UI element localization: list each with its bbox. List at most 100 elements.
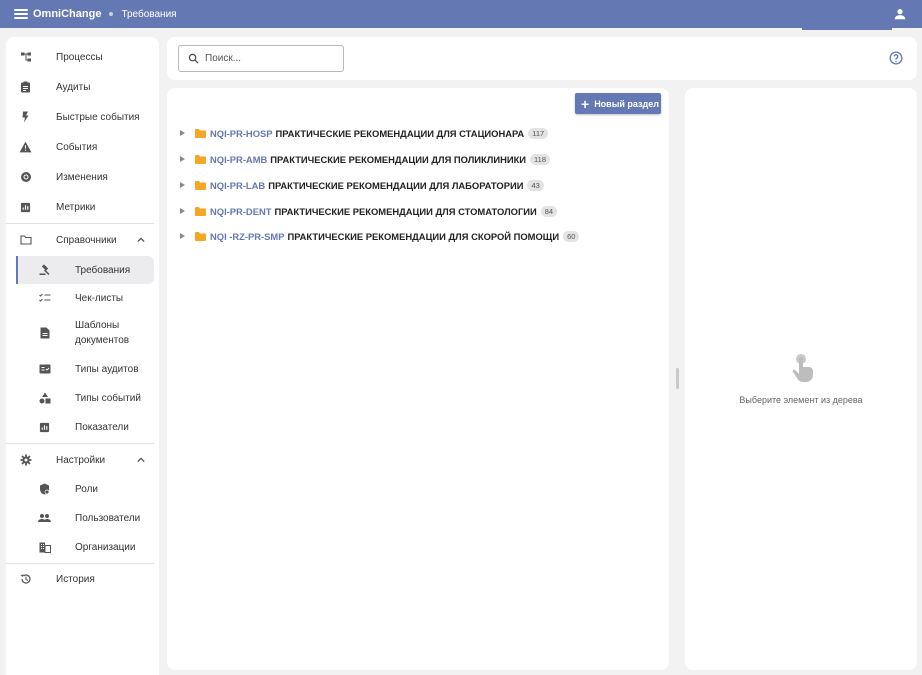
sidebar-item-label: Типы аудитов xyxy=(75,363,139,375)
sidebar-section-settings[interactable]: Настройки xyxy=(6,446,159,474)
sidebar-item-label: Требования xyxy=(75,264,131,276)
tree-node-count-badge: 84 xyxy=(540,205,558,217)
history-icon xyxy=(19,573,32,586)
folder-icon xyxy=(195,154,206,164)
sidebar-item-label: Метрики xyxy=(56,201,96,213)
tree-node-code: NQI-PR-DENT xyxy=(210,205,272,217)
app-title[interactable]: OmniChange xyxy=(33,8,101,20)
menu-icon[interactable] xyxy=(14,9,28,19)
lightning-icon xyxy=(19,111,32,124)
sidebar-item-label: Изменения xyxy=(56,171,108,183)
expand-arrow-icon[interactable] xyxy=(180,233,185,239)
chart-icon xyxy=(19,201,32,214)
sidebar-item-label: История xyxy=(56,573,95,585)
building-icon xyxy=(38,541,51,554)
folder-icon xyxy=(195,180,206,190)
sidebar: Процессы Аудиты Быстрые события События … xyxy=(6,37,159,675)
expand-arrow-icon[interactable] xyxy=(180,156,185,162)
sidebar-section-label: Справочники xyxy=(56,234,117,246)
tree-node-title: ПРАКТИЧЕСКИЕ РЕКОМЕНДАЦИИ ДЛЯ ЛАБОРАТОРИ… xyxy=(268,179,524,191)
expand-arrow-icon[interactable] xyxy=(180,208,185,214)
sidebar-item-metrics[interactable]: Метрики xyxy=(6,193,159,221)
folder-icon xyxy=(195,128,206,138)
breadcrumb: Требования xyxy=(121,8,177,20)
expand-arrow-icon[interactable] xyxy=(180,130,185,136)
sidebar-item-label: Организации xyxy=(75,541,136,553)
user-icon[interactable] xyxy=(893,7,907,21)
sidebar-item-label: Типы событий xyxy=(75,392,141,404)
sidebar-item-label: Шаблоны документов xyxy=(75,320,130,346)
search-input[interactable] xyxy=(205,53,335,64)
sidebar-item-label: Чек-листы xyxy=(75,292,124,304)
tree-node-title: ПРАКТИЧЕСКИЕ РЕКОМЕНДАЦИИ ДЛЯ СТАЦИОНАРА xyxy=(275,127,525,139)
tree-node-count-badge: 118 xyxy=(530,153,551,165)
tree-node-code: NQI -RZ-PR-SMP xyxy=(210,230,285,242)
expand-arrow-icon[interactable] xyxy=(180,182,185,188)
sidebar-item-label: Аудиты xyxy=(56,81,91,93)
top-bar: OmniChange Требования xyxy=(0,0,922,28)
empty-state-text: Выберите элемент из дерева xyxy=(739,395,863,405)
clipboard-icon xyxy=(19,81,32,94)
sidebar-item-event-types[interactable]: Типы событий xyxy=(6,384,159,412)
sidebar-item-processes[interactable]: Процессы xyxy=(6,43,159,71)
sidebar-item-checklists[interactable]: Чек-листы xyxy=(6,284,159,312)
sidebar-item-label: Процессы xyxy=(56,51,103,63)
sidebar-divider xyxy=(6,223,154,224)
sidebar-item-label: Показатели xyxy=(75,421,129,433)
sidebar-item-indicators[interactable]: Показатели xyxy=(6,413,159,441)
warning-icon xyxy=(19,141,32,154)
detail-panel: Выберите элемент из дерева xyxy=(685,88,917,670)
tree-node-count-badge: 43 xyxy=(527,179,544,191)
gear-icon xyxy=(19,454,32,467)
sidebar-item-changes[interactable]: Изменения xyxy=(6,163,159,191)
sidebar-item-label: Роли xyxy=(75,483,98,495)
sidebar-item-events[interactable]: События xyxy=(6,133,159,161)
touch-icon xyxy=(792,354,813,382)
search-box[interactable] xyxy=(178,45,344,72)
gavel-icon xyxy=(38,264,51,277)
document-icon xyxy=(38,327,51,340)
sidebar-item-users[interactable]: Пользователи xyxy=(6,504,159,532)
new-section-button[interactable]: + Новый раздел xyxy=(575,93,661,114)
folder-icon xyxy=(195,231,206,241)
panel-resize-handle[interactable] xyxy=(676,368,679,389)
sidebar-item-label: Быстрые события xyxy=(56,111,140,123)
sidebar-section-reference[interactable]: Справочники xyxy=(6,226,159,254)
tree-node-count-badge: 117 xyxy=(528,127,549,139)
help-icon[interactable] xyxy=(889,51,903,65)
sidebar-item-roles[interactable]: Роли xyxy=(6,475,159,503)
sidebar-item-label: События xyxy=(56,141,98,153)
sidebar-item-history[interactable]: История xyxy=(6,565,159,593)
sidebar-item-organizations[interactable]: Организации xyxy=(6,533,159,561)
chevron-up-icon[interactable] xyxy=(137,456,145,464)
tree-node-title: ПРАКТИЧЕСКИЕ РЕКОМЕНДАЦИИ ДЛЯ СТОМАТОЛОГ… xyxy=(274,205,537,217)
people-icon xyxy=(38,512,51,525)
top-bar-tab-indicator xyxy=(802,28,892,30)
sidebar-section-label: Настройки xyxy=(56,454,106,466)
tree-node-title: ПРАКТИЧЕСКИЕ РЕКОМЕНДАЦИИ ДЛЯ ПОЛИКЛИНИК… xyxy=(270,153,527,165)
fact-check-icon xyxy=(38,363,51,376)
search-panel xyxy=(167,37,917,80)
sidebar-item-quick-events[interactable]: Быстрые события xyxy=(6,103,159,131)
breadcrumb-separator xyxy=(109,12,114,16)
tree-node-count-badge: 60 xyxy=(563,230,580,242)
sidebar-divider xyxy=(6,443,154,444)
category-icon xyxy=(38,392,51,405)
plus-icon: + xyxy=(581,95,590,112)
chevron-up-icon[interactable] xyxy=(137,236,145,244)
tree-node-title: ПРАКТИЧЕСКИЕ РЕКОМЕНДАЦИИ ДЛЯ СКОРОЙ ПОМ… xyxy=(287,230,560,242)
process-tree-icon xyxy=(19,51,32,64)
sidebar-item-requirements[interactable]: Требования xyxy=(16,256,154,284)
tree-node-code: NQI-PR-AMB xyxy=(210,153,268,165)
sidebar-item-audit-types[interactable]: Типы аудитов xyxy=(6,355,159,383)
sidebar-item-doc-templates[interactable]: Шаблоны документов xyxy=(6,316,159,350)
requirements-tree-panel: + Новый раздел NQI-PR-HOSP ПРАКТИЧЕСКИЕ Р… xyxy=(167,88,669,670)
search-icon xyxy=(188,53,199,64)
sidebar-divider xyxy=(6,563,154,564)
shield-icon xyxy=(38,483,51,496)
chart-icon xyxy=(38,421,51,434)
folder-icon xyxy=(195,206,206,216)
sidebar-item-audits[interactable]: Аудиты xyxy=(6,73,159,101)
tree-node-code: NQI-PR-LAB xyxy=(210,179,266,191)
tree-node-code: NQI-PR-HOSP xyxy=(210,127,273,139)
